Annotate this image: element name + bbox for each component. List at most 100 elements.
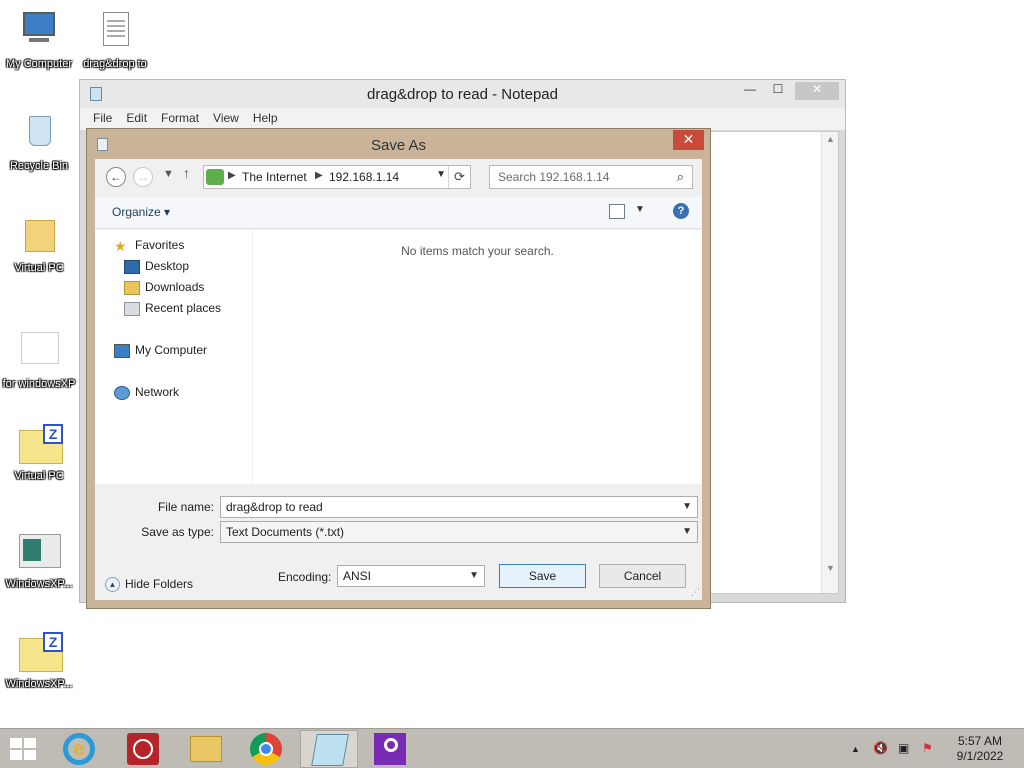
encoding-dropdown-icon[interactable]: ▼ (469, 570, 479, 581)
refresh-icon[interactable]: ⟳ (448, 166, 470, 188)
desktop-icon-virtual-pc-zip[interactable]: Z Virtual PC (0, 422, 78, 483)
address-bar[interactable]: ▶ The Internet ▶ 192.168.1.14 ▼ ⟳ (203, 165, 471, 189)
nav-my-computer[interactable]: My Computer (114, 343, 207, 358)
close-button[interactable]: ✕ (795, 82, 839, 100)
navigation-pane: ★ Favorites Desktop Downloads Recent plac… (95, 230, 252, 484)
breadcrumb-separator-icon[interactable]: ▶ (228, 170, 236, 181)
taskbar: e ▲ 🔇 ▣ ⚑ 5:57 AM 9/1/2022 (0, 728, 1024, 768)
nav-favorites[interactable]: ★ Favorites (114, 238, 184, 253)
internet-explorer-icon: e (63, 733, 95, 765)
desktop-icon-for-windowsxp[interactable]: for windowsXP (0, 330, 78, 391)
scroll-down-icon[interactable]: ▼ (822, 563, 839, 573)
taskbar-search-app[interactable] (361, 730, 419, 768)
help-icon[interactable]: ? (673, 203, 689, 219)
desktop-icon-windowsxp-2[interactable]: Z WindowsXP... (0, 630, 78, 691)
back-arrow-icon[interactable]: ← (106, 167, 126, 187)
vertical-scrollbar[interactable]: ▲ ▼ (821, 132, 838, 593)
nav-network-label: Network (135, 385, 180, 399)
nav-desktop[interactable]: Desktop (124, 259, 189, 274)
view-options-chevron-icon[interactable]: ▼ (635, 204, 645, 215)
resize-grip-icon[interactable]: ⋰ (691, 587, 700, 598)
breadcrumb-separator-icon[interactable]: ▶ (315, 170, 323, 181)
notepad-title-bar[interactable]: drag&drop to read - Notepad — ☐ ✕ (80, 80, 845, 108)
up-arrow-icon[interactable]: ↑ (183, 165, 190, 181)
breadcrumb-the-internet[interactable]: The Internet (242, 170, 307, 184)
save-as-dialog: Save As ✕ ← → ▼ ↑ ▶ The Internet ▶ 192.1… (86, 128, 711, 609)
volume-muted-icon[interactable]: 🔇 (873, 741, 888, 755)
organize-menu[interactable]: Organize ▾ (112, 205, 170, 219)
desktop-icon-label: WindowsXP... (5, 678, 73, 690)
file-name-input[interactable]: drag&drop to read ▼ (220, 496, 698, 518)
nav-network[interactable]: Network (114, 385, 179, 400)
desktop-icon-virtual-pc[interactable]: Virtual PC (0, 214, 78, 275)
downloads-folder-icon (124, 280, 140, 295)
save-type-dropdown-icon[interactable]: ▼ (682, 526, 692, 537)
internet-location-icon (206, 169, 224, 185)
search-placeholder: Search 192.168.1.14 (498, 170, 610, 184)
nav-downloads-label: Downloads (145, 280, 205, 294)
dialog-title-bar[interactable]: Save As ✕ (87, 129, 710, 159)
system-clock[interactable]: 5:57 AM 9/1/2022 (940, 734, 1020, 764)
search-box[interactable]: Search 192.168.1.14 ⌕ (489, 165, 693, 189)
nav-computer-label: My Computer (135, 343, 208, 357)
organize-label: Organize (112, 205, 161, 219)
taskbar-notepad[interactable] (300, 730, 358, 768)
taskbar-chrome[interactable] (237, 730, 295, 768)
file-name-value: drag&drop to read (226, 500, 323, 514)
recent-locations-chevron-icon[interactable]: ▼ (163, 168, 174, 180)
zip-folder-icon: Z (17, 630, 63, 674)
file-name-dropdown-icon[interactable]: ▼ (682, 501, 692, 512)
taskbar-file-explorer[interactable] (177, 730, 235, 768)
recent-places-icon (124, 301, 140, 316)
cancel-button[interactable]: Cancel (599, 564, 686, 588)
address-dropdown-icon[interactable]: ▼ (436, 169, 446, 180)
dialog-body: ← → ▼ ↑ ▶ The Internet ▶ 192.168.1.14 ▼ … (95, 159, 702, 600)
clock-date: 9/1/2022 (956, 749, 1004, 763)
desktop-icon-label: WindowsXP... (5, 578, 73, 590)
desktop-icon-label: My Computer (5, 58, 73, 70)
blank-file-icon (17, 330, 61, 374)
taskbar-internet-explorer[interactable]: e (50, 730, 108, 768)
computer-icon (114, 343, 130, 358)
desktop-icon-label: for windowsXP (2, 378, 76, 390)
computer-icon (17, 10, 61, 54)
desktop-icon (124, 259, 140, 274)
action-center-alert-icon[interactable]: ⚑ (922, 741, 933, 755)
hide-folders-button[interactable]: ▲ Hide Folders (105, 577, 194, 593)
nav-recent-label: Recent places (145, 301, 222, 315)
breadcrumb-ip-address[interactable]: 192.168.1.14 (329, 170, 399, 184)
save-type-value: Text Documents (*.txt) (226, 525, 345, 539)
change-view-icon[interactable] (609, 204, 625, 219)
maximize-button[interactable]: ☐ (765, 82, 791, 100)
desktop-icon-recycle-bin[interactable]: Recycle Bin (0, 112, 78, 173)
minimize-button[interactable]: — (737, 82, 763, 100)
save-options-panel: File name: drag&drop to read ▼ Save as t… (95, 485, 702, 600)
desktop-icon-my-computer[interactable]: My Computer (0, 10, 78, 71)
folder-icon (17, 214, 61, 258)
folder-icon (190, 736, 222, 762)
dialog-close-button[interactable]: ✕ (673, 130, 704, 150)
clock-time: 5:57 AM (957, 734, 1003, 748)
nav-downloads[interactable]: Downloads (124, 280, 204, 295)
desktop-icon-label: Virtual PC (14, 262, 64, 274)
save-type-select[interactable]: Text Documents (*.txt) ▼ (220, 521, 698, 543)
nav-recent-places[interactable]: Recent places (124, 301, 221, 316)
chrome-icon (250, 733, 282, 765)
save-button[interactable]: Save (499, 564, 586, 588)
hide-folders-label: Hide Folders (125, 577, 194, 591)
text-file-icon (93, 10, 137, 54)
file-name-label: File name: (157, 500, 214, 514)
desktop-icon-text-file[interactable]: drag&drop to (76, 10, 154, 71)
forward-arrow-icon[interactable]: → (133, 167, 153, 187)
desktop-icon-windowsxp-1[interactable]: WindowsXP... (0, 530, 78, 591)
encoding-select[interactable]: ANSI ▼ (337, 565, 485, 587)
network-status-icon[interactable]: ▣ (898, 741, 909, 755)
scroll-up-icon[interactable]: ▲ (822, 134, 839, 144)
empty-results-message: No items match your search. (401, 244, 554, 258)
taskbar-alarm-clock[interactable] (114, 730, 172, 768)
start-button[interactable] (10, 738, 38, 762)
search-icon[interactable]: ⌕ (677, 169, 684, 185)
recycle-bin-icon (17, 112, 61, 156)
file-list-pane[interactable]: No items match your search. (253, 230, 702, 484)
show-hidden-icons-chevron-icon[interactable]: ▲ (851, 744, 860, 754)
